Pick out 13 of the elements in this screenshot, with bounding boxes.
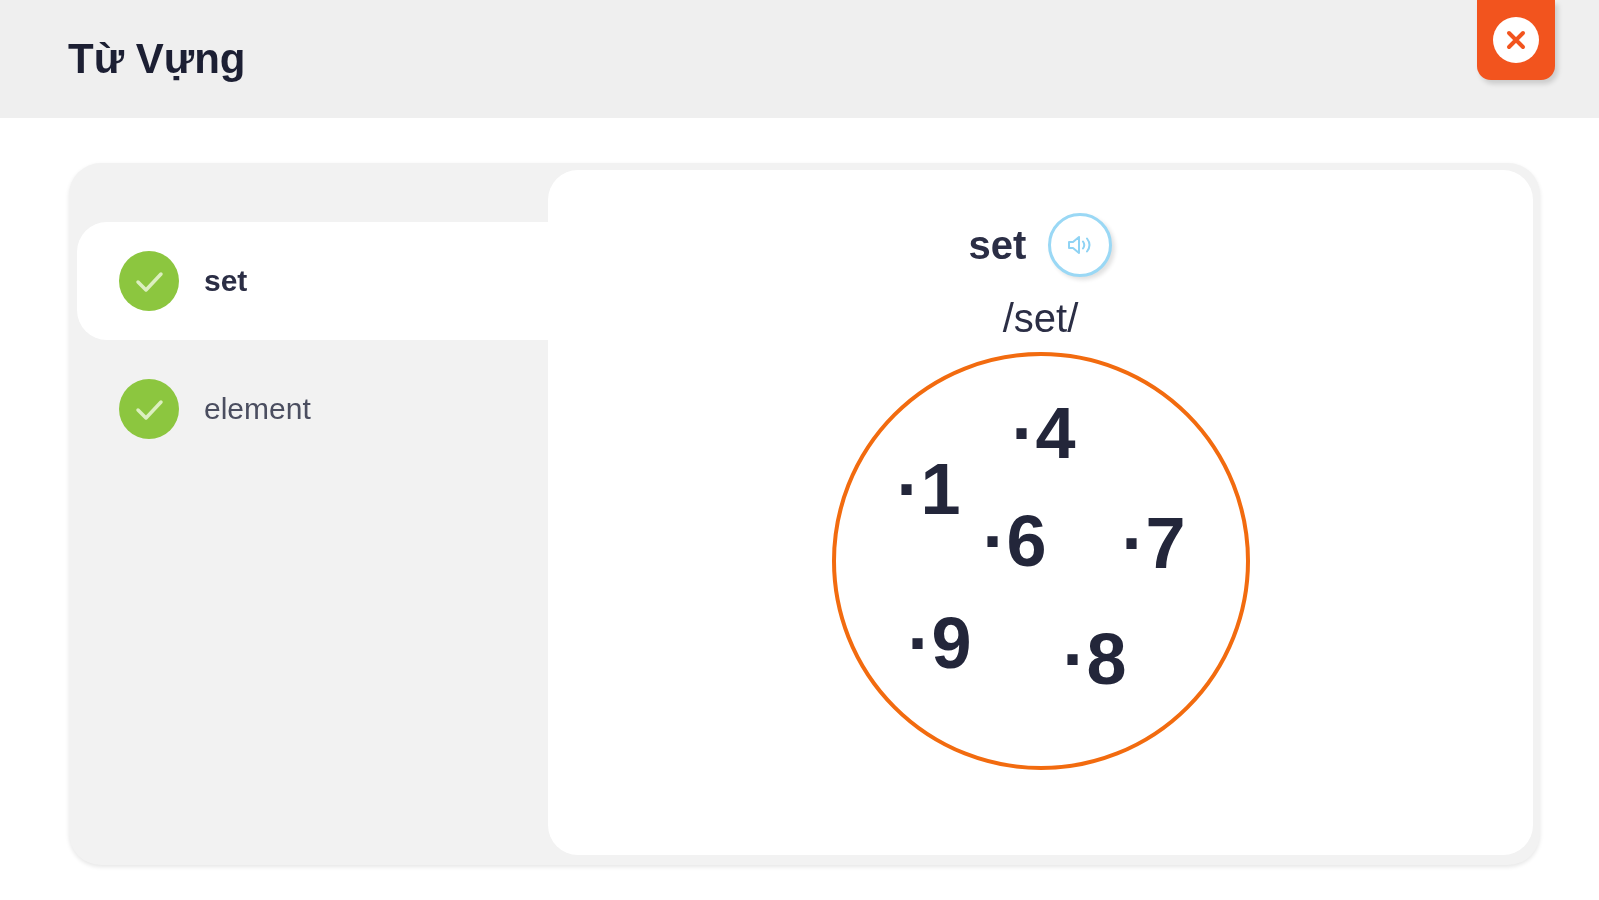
number-label: ·4 bbox=[1011, 397, 1076, 469]
number-label: ·1 bbox=[896, 453, 961, 525]
number-label: ·6 bbox=[982, 505, 1047, 577]
number-label: ·8 bbox=[1062, 623, 1127, 695]
number-label: ·7 bbox=[1121, 507, 1186, 579]
phonetic-text: /set/ bbox=[1002, 295, 1079, 342]
headword: set bbox=[968, 225, 1027, 265]
page-title: Từ Vựng bbox=[68, 38, 246, 80]
close-button[interactable] bbox=[1477, 0, 1555, 80]
close-icon bbox=[1493, 17, 1539, 63]
number-label: ·9 bbox=[907, 607, 972, 679]
word-list-item[interactable]: element bbox=[77, 350, 548, 468]
word-list-item[interactable]: set bbox=[77, 222, 548, 340]
